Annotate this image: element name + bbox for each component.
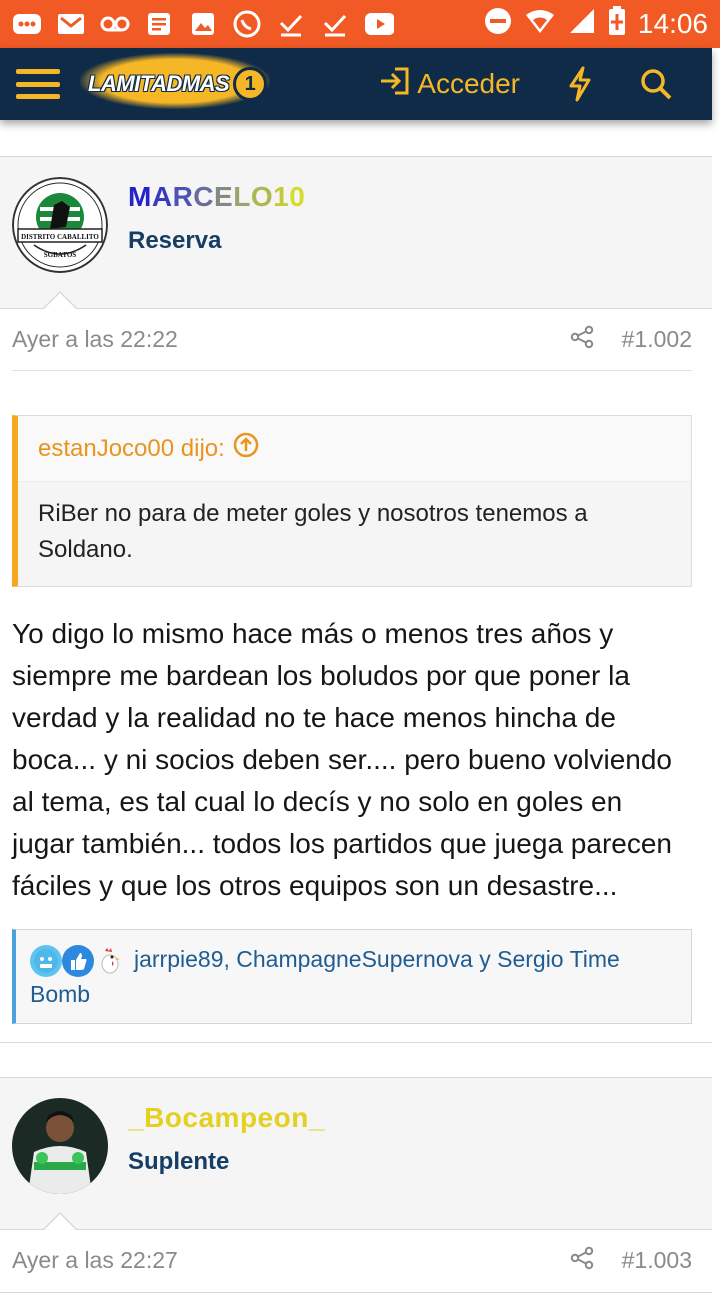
login-button[interactable]: Acceder (379, 67, 520, 102)
quote-header[interactable]: estanJoco00 dijo: (18, 416, 691, 482)
quote-text: RiBer no para de meter goles y nosotros … (18, 482, 691, 586)
site-logo[interactable]: LAMITADMAS 1 (80, 53, 270, 109)
post-number[interactable]: #1.002 (622, 326, 692, 353)
logo-text: LAMITADMAS (88, 71, 230, 96)
post-timestamp[interactable]: Ayer a las 22:27 (12, 1247, 178, 1274)
user-role: Suplente (128, 1147, 230, 1175)
news-icon (144, 10, 174, 38)
bolt-icon[interactable] (560, 64, 600, 104)
arrow-up-circle-icon[interactable] (233, 432, 259, 465)
post: DISTRITO CABALLITO SGBATOS MARCELO10 Res… (0, 156, 712, 1043)
logo-number: 1 (233, 67, 268, 101)
thread-page: DISTRITO CABALLITO SGBATOS MARCELO10 Res… (0, 120, 712, 1293)
avatar[interactable] (12, 1097, 108, 1194)
post-number[interactable]: #1.003 (622, 1247, 692, 1274)
battery-icon (608, 5, 626, 43)
menu-icon[interactable] (16, 67, 60, 101)
rooster-icon (94, 945, 126, 977)
post-meta: Ayer a las 22:22 #1.002 (12, 309, 692, 371)
username[interactable]: _Bocampeon_ (128, 1102, 325, 1134)
voicemail-icon (100, 10, 130, 38)
post-user-block: DISTRITO CABALLITO SGBATOS MARCELO10 Res… (0, 157, 712, 309)
quote-block: estanJoco00 dijo: RiBer no para de meter… (12, 415, 692, 587)
chat-icon (12, 10, 42, 38)
do-not-disturb-icon (484, 7, 512, 42)
user-role: Reserva (128, 227, 222, 254)
quote-author[interactable]: estanJoco00 dijo: (38, 435, 225, 463)
post-timestamp[interactable]: Ayer a las 22:22 (12, 326, 178, 353)
reactions-bar[interactable]: jarrpie89, ChampagneSupernova y Sergio T… (12, 929, 692, 1024)
avatar[interactable]: DISTRITO CABALLITO SGBATOS (12, 177, 108, 273)
download-done-icon (320, 10, 350, 38)
post: _Bocampeon_ Suplente Ayer a las 22:27 #1… (0, 1076, 712, 1293)
username[interactable]: MARCELO10 (128, 181, 305, 213)
login-label: Acceder (417, 68, 520, 99)
post-meta: Ayer a las 22:27 #1.003 (12, 1230, 692, 1292)
signal-icon (568, 7, 596, 42)
cold-face-icon (30, 944, 62, 977)
image-icon (188, 10, 218, 38)
status-bar: 14:06 (0, 0, 720, 48)
post-user-block: _Bocampeon_ Suplente (0, 1077, 712, 1230)
avatar-text-bottom: SGBATOS (44, 251, 77, 259)
like-icon (62, 944, 94, 977)
search-icon[interactable] (636, 64, 676, 104)
site-header: LAMITADMAS 1 Acceder (0, 48, 712, 120)
share-icon[interactable] (570, 1246, 594, 1276)
whatsapp-icon (232, 10, 262, 38)
avatar-text-middle: DISTRITO CABALLITO (21, 233, 99, 241)
login-icon (379, 67, 409, 102)
clock-time: 14:06 (637, 8, 708, 39)
wifi-icon (524, 7, 556, 42)
download-done-icon (276, 10, 306, 38)
gmail-icon (56, 10, 86, 38)
post-message: Yo digo lo mismo hace más o menos tres a… (12, 618, 672, 901)
share-icon[interactable] (570, 325, 594, 355)
youtube-icon (364, 10, 394, 38)
